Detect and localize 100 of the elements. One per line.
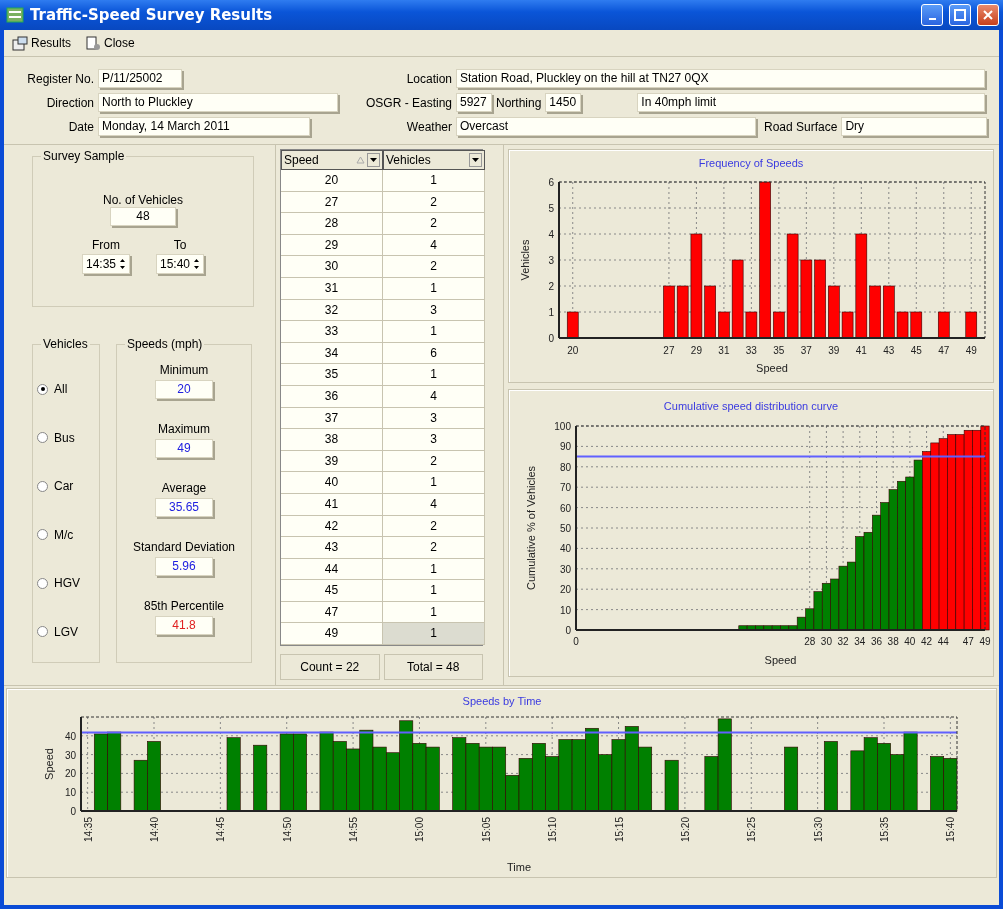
chart-bar [133,759,148,812]
text-field[interactable]: North to Pluckley [98,93,338,112]
app-icon [6,7,24,23]
tick-label: 14:50 [281,817,293,843]
text-field[interactable]: Station Road, Pluckley on the hill at TN27 0QX [456,69,985,88]
tick-label: 43 [883,345,895,356]
tick-label: 44 [937,636,949,647]
time-spinner[interactable]: 15:40 [156,254,205,274]
tick-label: 34 [854,636,866,647]
tick-label: 47 [962,636,974,647]
table-cell[interactable]: 2 [383,213,485,235]
text-field[interactable]: 1450 [545,93,582,112]
table-cell: 20 [281,170,383,192]
table-cell: 35 [281,364,383,386]
table-cell[interactable]: 6 [383,342,485,365]
radio-button[interactable] [37,529,48,541]
dropdown-icon[interactable] [367,153,380,167]
chart-bar [938,311,950,339]
close-icon [982,9,994,21]
radio-label[interactable]: Bus [54,430,75,445]
window-icon [12,35,28,51]
tick-label: 49 [979,636,991,647]
tick-label: 35 [773,345,785,356]
radio-label[interactable]: M/c [54,527,74,542]
radio-label[interactable]: All [54,382,68,397]
text-field[interactable]: P/11/25002 [98,69,182,88]
table-cell[interactable]: 1 [383,601,485,624]
text-field[interactable]: Dry [841,117,988,136]
radio-label[interactable]: Car [54,479,74,494]
column-header[interactable]: Speed [281,150,383,170]
chart-bar [465,743,480,812]
table-cell: 41 [281,493,383,516]
radio-label[interactable]: LGV [54,624,78,639]
tick-label: 33 [745,345,757,356]
tick-label: 20 [567,345,579,356]
tick-label: 42 [921,636,933,647]
table-cell[interactable]: 3 [383,407,485,430]
spin-arrows-icon[interactable] [119,258,126,270]
chart-bar [663,285,675,339]
text-field[interactable]: In 40mph limit [637,93,985,112]
tick-label: 20 [559,584,571,596]
table-cell[interactable]: 1 [383,277,485,300]
text-field[interactable]: Overcast [456,117,756,136]
tick-label: 14:55 [348,817,360,843]
minimize-button[interactable] [921,4,943,26]
chart-bar [664,759,679,812]
tick-label: 37 [800,345,812,356]
field-label: OSGR - Easting [364,95,452,110]
table-cell[interactable]: 1 [383,364,485,386]
radio-button[interactable] [37,626,48,638]
table-cell[interactable]: 1 [383,558,485,581]
tick-label: 1 [548,307,554,318]
table-cell[interactable]: 4 [383,493,485,516]
radio-label[interactable]: HGV [54,576,80,591]
table-cell[interactable]: 4 [383,385,485,408]
table-cell[interactable]: 2 [383,450,485,473]
time-spinner[interactable]: 14:35 [81,254,130,274]
table-cell[interactable]: 1 [383,580,485,602]
table-cell[interactable]: 2 [383,515,485,538]
radio-button[interactable] [37,383,48,395]
chart-bar [253,744,268,812]
tick-label: 15:30 [812,817,824,843]
radio-button[interactable] [37,480,48,492]
spin-arrows-icon[interactable] [193,258,201,270]
chart-bar [372,746,387,812]
table-cell[interactable]: 1 [383,321,485,343]
field-label: Weather [405,119,452,134]
table-cell[interactable]: 2 [383,537,485,559]
tick-label: 15:25 [746,817,758,843]
table-cell[interactable]: 3 [383,429,485,451]
axis-title: Cumulative % of Vehicles [525,465,537,591]
table-cell[interactable]: 3 [383,299,485,322]
chart-bar [930,756,945,812]
table-cell[interactable]: 2 [383,256,485,278]
table-cell[interactable]: 1 [383,170,485,192]
tick-label: 0 [565,625,571,636]
radio-button[interactable] [37,432,48,444]
column-header[interactable]: Vehicles [383,150,485,170]
chart-bar [784,746,799,812]
table-cell[interactable]: 4 [383,234,485,257]
close-button[interactable] [977,4,999,26]
tick-label: 36 [870,636,883,647]
chart-bar [838,565,848,631]
tick-label: 40 [904,636,916,647]
table-cell[interactable]: 2 [383,191,485,214]
table-cell[interactable]: 1 [383,472,485,494]
radio-button[interactable] [37,577,48,589]
field-label: Register No. [26,71,94,86]
field-label: Direction [45,95,94,110]
dropdown-icon[interactable] [469,153,482,167]
table-cell[interactable]: 1 [383,623,485,646]
text-field[interactable]: 5927 [456,93,492,112]
table-cell: 37 [281,407,383,430]
tick-label: 15:40 [945,817,957,843]
table-cell: 29 [281,234,383,257]
table-cell: 49 [281,623,383,646]
maximize-button[interactable] [949,4,971,26]
toolbar-button[interactable]: Results [10,33,73,53]
toolbar-button[interactable]: Close [83,33,137,53]
text-field[interactable]: Monday, 14 March 2011 [98,117,310,136]
